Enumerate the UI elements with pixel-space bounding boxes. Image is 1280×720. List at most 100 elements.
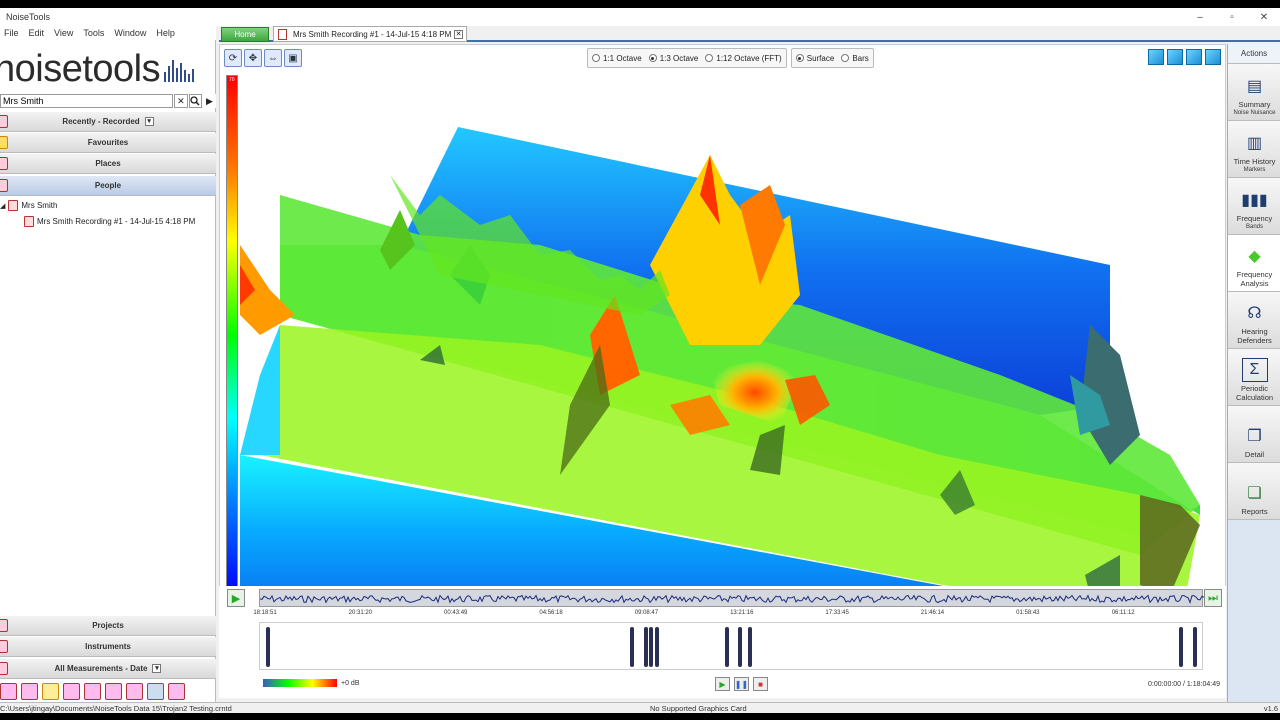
- tree-item-person[interactable]: ◢ Mrs Smith: [0, 198, 57, 213]
- action-time-history[interactable]: ▥ Time History Markers: [1228, 121, 1280, 178]
- category-label: All Measurements - Date: [54, 664, 148, 673]
- radio-icon[interactable]: [648, 54, 657, 62]
- menu-window[interactable]: Window: [114, 28, 146, 38]
- event-marker[interactable]: [1179, 627, 1184, 667]
- event-marker[interactable]: [630, 627, 635, 667]
- level-offset-label: +0 dB: [341, 680, 360, 687]
- radio-icon[interactable]: [841, 54, 850, 62]
- rotate-icon[interactable]: ⟳: [224, 49, 242, 67]
- camera-icon[interactable]: [147, 682, 164, 700]
- radio-icon[interactable]: [592, 54, 600, 62]
- option-surface[interactable]: Surface: [795, 54, 834, 63]
- pause-icon[interactable]: ❚❚: [734, 677, 749, 691]
- event-marker-strip[interactable]: [259, 622, 1203, 670]
- category-favourites[interactable]: Favourites: [0, 133, 216, 153]
- collapse-icon[interactable]: ◢: [0, 202, 5, 210]
- play-button[interactable]: ▶: [227, 589, 245, 607]
- event-marker[interactable]: [654, 627, 659, 667]
- option-bars[interactable]: Bars: [841, 54, 869, 63]
- action-frequency-analysis[interactable]: ◆ Frequency Analysis: [1228, 235, 1280, 292]
- tab-recording[interactable]: Mrs Smith Recording #1 - 14-Jul-15 4:18 …: [273, 26, 467, 42]
- category-instruments[interactable]: Instruments: [0, 637, 216, 657]
- event-marker[interactable]: [648, 627, 653, 667]
- action-detail[interactable]: ❐ Detail: [1228, 406, 1280, 463]
- play-icon[interactable]: ▶: [715, 677, 730, 691]
- person-icon[interactable]: [105, 682, 122, 700]
- category-label: People: [94, 181, 122, 190]
- jump-to-end-button[interactable]: ⏭: [1204, 589, 1222, 607]
- radio-icon[interactable]: [705, 54, 714, 62]
- house-icon[interactable]: [84, 682, 101, 700]
- play-icon[interactable]: ▶: [202, 94, 216, 108]
- action-reports[interactable]: ❏ Reports: [1228, 463, 1280, 520]
- sigma-icon: Σ: [1241, 358, 1268, 382]
- cube-view-icon[interactable]: [1186, 49, 1202, 65]
- menu-view[interactable]: View: [54, 28, 73, 38]
- close-button[interactable]: ✕: [1248, 8, 1280, 26]
- chevron-down-icon[interactable]: ▾: [144, 117, 154, 126]
- category-all-measurements[interactable]: All Measurements - Date ▾: [0, 659, 216, 679]
- time-axis-ticks: 18:18:51 20:31:20 00:43:49 04:56:18 09:08:47…: [253, 610, 1203, 620]
- category-label: Favourites: [87, 138, 129, 147]
- category-people[interactable]: People: [0, 176, 216, 196]
- event-marker[interactable]: [265, 627, 270, 667]
- actions-header: Actions: [1228, 44, 1280, 64]
- cube-view-icon[interactable]: [1205, 49, 1221, 65]
- title-bar: NoiseTools – ▫ ✕: [0, 8, 1280, 26]
- radio-icon[interactable]: [795, 54, 804, 62]
- clear-search-button[interactable]: ✕: [174, 94, 188, 108]
- event-marker[interactable]: [644, 627, 649, 667]
- category-places[interactable]: Places: [0, 154, 216, 174]
- option-1-1-octave[interactable]: 1:1 Octave: [592, 54, 642, 63]
- level-trace: [259, 594, 1205, 605]
- menu-help[interactable]: Help: [156, 28, 175, 38]
- timeline-panel: ▶ ⏭ 18:18:51 20:31:20 00:43:49 04:56:18 09:0…: [219, 586, 1226, 698]
- star-icon[interactable]: [42, 682, 59, 700]
- action-periodic-calculation[interactable]: Σ Periodic Calculation: [1228, 349, 1280, 406]
- cube-view-icon[interactable]: [1148, 49, 1164, 65]
- event-marker[interactable]: [737, 627, 742, 667]
- folder-icon[interactable]: [63, 682, 80, 700]
- category-label: Projects: [92, 621, 124, 630]
- minimize-button[interactable]: –: [1184, 8, 1216, 26]
- event-marker[interactable]: [748, 627, 753, 667]
- frequency-surface-plot[interactable]: [240, 75, 1200, 600]
- stop-icon[interactable]: ■: [753, 677, 768, 691]
- level-history-strip[interactable]: [259, 589, 1205, 607]
- menu-file[interactable]: File: [4, 28, 19, 38]
- action-summary[interactable]: ▤ Summary Noise Nuisance: [1228, 64, 1280, 121]
- zoom-range-icon[interactable]: ⇔: [264, 49, 282, 67]
- settings-icon[interactable]: [168, 682, 185, 700]
- recording-file-icon: [278, 28, 287, 40]
- option-1-12-octave[interactable]: 1:12 Octave (FFT): [705, 54, 782, 63]
- event-marker[interactable]: [1192, 627, 1197, 667]
- cube-view-icon[interactable]: [1167, 49, 1183, 65]
- close-tab-icon[interactable]: ✕: [454, 29, 463, 39]
- search-button[interactable]: [188, 94, 202, 108]
- tab-home[interactable]: Home: [221, 27, 269, 42]
- pan-icon[interactable]: ✥: [244, 49, 262, 67]
- chevron-down-icon[interactable]: ▾: [152, 664, 162, 673]
- action-hearing-defenders[interactable]: ☊ Hearing Defenders: [1228, 292, 1280, 349]
- colorbar-max-label: 70: [229, 77, 235, 83]
- menu-tools[interactable]: Tools: [83, 28, 104, 38]
- category-projects[interactable]: Projects: [0, 616, 216, 636]
- person-icon: [0, 179, 8, 192]
- event-marker[interactable]: [725, 627, 730, 667]
- export-image-icon[interactable]: ▣: [284, 49, 302, 67]
- option-1-3-octave[interactable]: 1:3 Octave: [648, 54, 698, 63]
- action-frequency-bands[interactable]: ▮▮▮ Frequency Bands: [1228, 178, 1280, 235]
- maximize-button[interactable]: ▫: [1216, 8, 1248, 26]
- headphones-icon: ☊: [1247, 305, 1262, 322]
- time-tick-label: 00:43:49: [444, 610, 468, 616]
- sync-icon[interactable]: [21, 682, 38, 700]
- menu-edit[interactable]: Edit: [29, 28, 45, 38]
- display-option-group: Surface Bars: [790, 48, 874, 68]
- search-input[interactable]: [0, 94, 174, 108]
- recorder-icon[interactable]: [0, 682, 17, 700]
- instrument-icon[interactable]: [126, 682, 143, 700]
- tree-item-recording[interactable]: Mrs Smith Recording #1 - 14-Jul-15 4:18 …: [24, 214, 195, 229]
- category-recently-recorded[interactable]: Recently - Recorded ▾: [0, 112, 216, 132]
- time-tick-label: 18:18:51: [253, 610, 277, 616]
- surface-icon: ◆: [1248, 248, 1261, 265]
